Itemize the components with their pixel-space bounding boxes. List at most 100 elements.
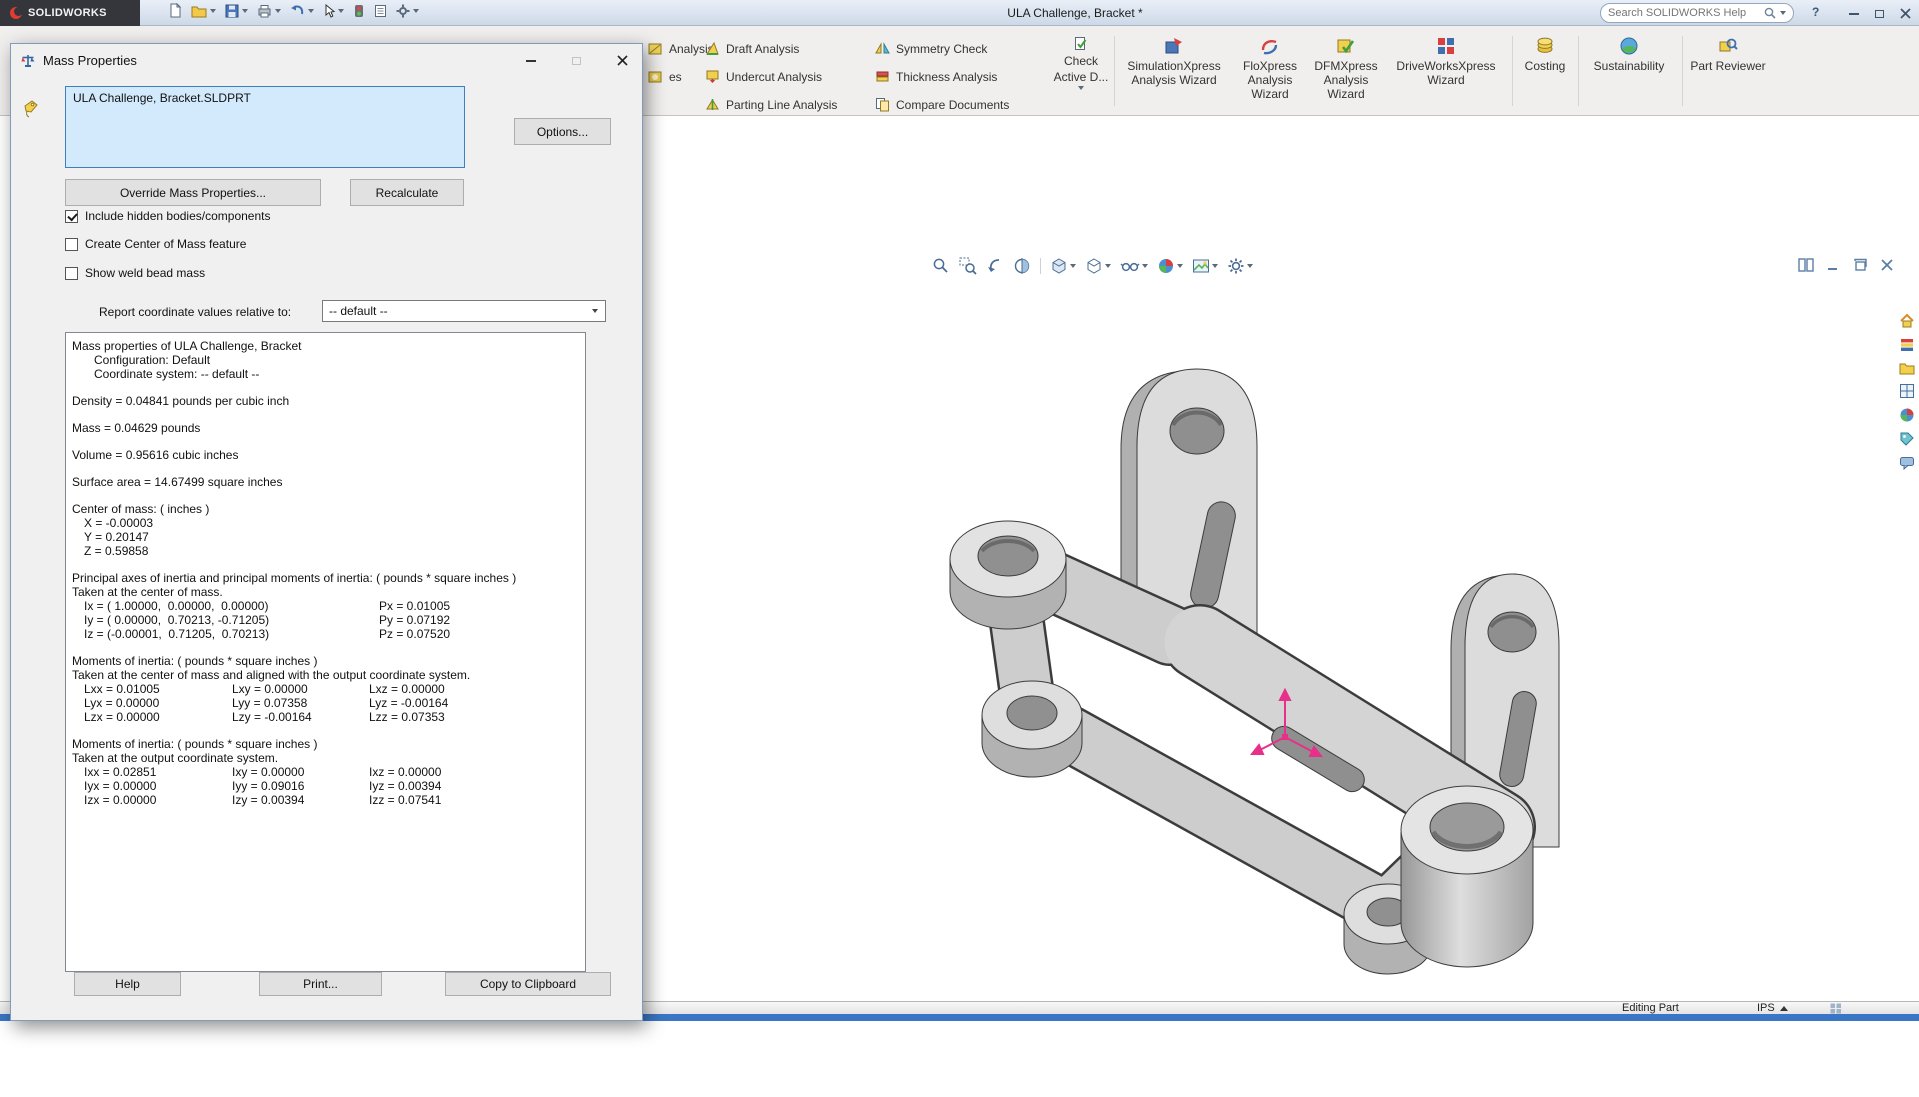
results-inertia-com-sub: Taken at the center of mass and aligned … [72, 668, 471, 682]
ribbon-item-thickness-analysis[interactable]: Thickness Analysis [875, 69, 997, 84]
new-file-button[interactable] [168, 3, 182, 18]
mass-properties-results[interactable]: Mass properties of ULA Challenge, Bracke… [65, 332, 586, 972]
bracket-model[interactable] [850, 297, 1670, 1097]
tile-windows-icon[interactable] [1798, 258, 1814, 272]
dropdown-caret[interactable] [592, 309, 598, 313]
solidworks-resources-icon[interactable] [1899, 313, 1915, 329]
principal-row: Iy = ( 0.00000, 0.70213, -0.71205) Py = … [70, 613, 581, 627]
edit-appearance-caret[interactable] [1177, 264, 1183, 268]
view-palette-icon[interactable] [1899, 383, 1915, 399]
maximize-window-icon[interactable] [1875, 9, 1884, 18]
zoom-to-area-button[interactable] [959, 257, 977, 275]
checkbox-box[interactable] [65, 237, 78, 251]
ribbon-item-undercut-analysis[interactable]: Undercut Analysis [705, 69, 822, 84]
forum-icon[interactable] [1899, 455, 1915, 471]
search-input[interactable] [1608, 7, 1760, 19]
ribbon-item-check-active-document[interactable]: Check Active D... [1048, 36, 1114, 90]
file-explorer-icon[interactable] [1899, 361, 1915, 375]
ribbon-button-floxpress[interactable]: FloXpress Analysis Wizard [1232, 36, 1308, 101]
apply-scene-button[interactable] [1192, 257, 1218, 275]
undercut-analysis-icon [706, 70, 719, 83]
minimize-document-icon[interactable] [1825, 258, 1841, 272]
view-settings-button[interactable] [1227, 257, 1253, 275]
close-window-icon[interactable] [1900, 8, 1911, 19]
ribbon-button-part-reviewer[interactable]: Part Reviewer [1690, 36, 1766, 73]
print-button-dialog[interactable]: Print... [259, 972, 382, 996]
ribbon-item-clipped-es[interactable]: es [648, 69, 682, 84]
ribbon-item-symmetry-check[interactable]: Symmetry Check [875, 41, 987, 56]
ribbon-button-dfmxpress[interactable]: DFMXpress Analysis Wizard [1308, 36, 1384, 101]
open-button[interactable] [191, 4, 216, 18]
zoom-to-fit-button[interactable] [932, 257, 950, 275]
ribbon-item-clipped-analysis[interactable]: Analysis [648, 41, 714, 56]
ribbon-item-parting-line-analysis[interactable]: Parting Line Analysis [705, 97, 837, 112]
apply-scene-caret[interactable] [1212, 264, 1218, 268]
ribbon-item-compare-documents[interactable]: Compare Documents [875, 97, 1009, 112]
section-view-button[interactable] [1013, 257, 1031, 275]
print-button-label: Print... [303, 977, 338, 991]
override-mass-properties-button[interactable]: Override Mass Properties... [65, 179, 321, 206]
dialog-close-icon[interactable] [617, 55, 628, 66]
dialog-minimize-icon[interactable] [526, 59, 536, 62]
inertia-cell: Lzz = 0.07353 [369, 710, 445, 724]
search-scope-caret[interactable] [1780, 11, 1786, 15]
view-orientation-caret[interactable] [1070, 264, 1076, 268]
ribbon-button-sustainability[interactable]: Sustainability [1584, 36, 1674, 73]
document-name-box[interactable]: ULA Challenge, Bracket.SLDPRT [65, 86, 465, 168]
view-orientation-button[interactable] [1050, 257, 1076, 275]
hide-show-items-button[interactable] [1120, 257, 1148, 275]
file-properties-button[interactable] [374, 4, 387, 18]
model-cylinder-right[interactable] [1400, 785, 1534, 968]
ribbon-button-driveworksxpress[interactable]: DriveWorksXpress Wizard [1384, 36, 1508, 87]
design-library-icon[interactable] [1899, 337, 1915, 353]
print-button[interactable] [257, 4, 281, 18]
recalculate-button[interactable]: Recalculate [350, 179, 464, 206]
checkbox-box[interactable] [65, 209, 78, 223]
select-button[interactable] [323, 3, 344, 18]
checkbox-create-com-feature[interactable]: Create Center of Mass feature [65, 237, 246, 251]
appearances-scenes-icon[interactable] [1899, 407, 1915, 423]
unit-system-caret[interactable] [1779, 1006, 1788, 1011]
model-boss-top-left[interactable] [949, 520, 1067, 630]
minimize-window-icon[interactable] [1849, 12, 1859, 15]
check-active-document-icon [1075, 37, 1087, 50]
coordinate-system-dropdown[interactable]: -- default -- [322, 300, 606, 322]
save-dropdown-caret[interactable] [242, 8, 248, 13]
help-button[interactable]: ? [1812, 5, 1819, 19]
display-style-button[interactable] [1085, 257, 1111, 275]
rebuild-button[interactable] [353, 4, 365, 18]
previous-view-button[interactable] [986, 257, 1004, 275]
undo-button[interactable] [290, 4, 314, 17]
help-search-box[interactable] [1600, 3, 1794, 23]
options-button-qat[interactable] [396, 4, 419, 18]
close-document-icon[interactable] [1879, 258, 1895, 272]
display-style-caret[interactable] [1105, 264, 1111, 268]
view-settings-caret[interactable] [1247, 264, 1253, 268]
ribbon-button-simulationxpress[interactable]: SimulationXpress Analysis Wizard [1122, 36, 1226, 87]
select-dropdown-caret[interactable] [338, 8, 344, 13]
options-button[interactable]: Options... [514, 118, 611, 145]
copy-to-clipboard-button[interactable]: Copy to Clipboard [445, 972, 611, 996]
options-dropdown-caret[interactable] [413, 8, 419, 13]
status-options-icon[interactable] [1830, 1003, 1842, 1014]
save-button[interactable] [225, 4, 248, 18]
help-button-dialog[interactable]: Help [74, 972, 181, 996]
restore-document-icon[interactable] [1852, 258, 1868, 272]
report-coordinate-label: Report coordinate values relative to: [99, 305, 292, 319]
ribbon-item-draft-analysis[interactable]: Draft Analysis [705, 41, 799, 56]
inertia-cell: Iyx = 0.00000 [84, 779, 157, 793]
custom-properties-icon[interactable] [1899, 431, 1915, 447]
undo-dropdown-caret[interactable] [308, 8, 314, 13]
ribbon-item-label: Draft Analysis [726, 41, 800, 56]
checkbox-box[interactable] [65, 266, 78, 280]
open-dropdown-caret[interactable] [210, 8, 216, 13]
model-boss-mid-left[interactable] [981, 680, 1083, 778]
edit-appearance-button[interactable] [1157, 257, 1183, 275]
checkbox-include-hidden[interactable]: Include hidden bodies/components [65, 209, 270, 223]
check-active-caret[interactable] [1078, 86, 1084, 90]
print-dropdown-caret[interactable] [275, 8, 281, 13]
checkbox-show-weld-bead-mass[interactable]: Show weld bead mass [65, 266, 205, 280]
file-properties-icon [375, 4, 386, 17]
hide-show-caret[interactable] [1142, 264, 1148, 268]
ribbon-button-costing[interactable]: Costing [1516, 36, 1574, 73]
